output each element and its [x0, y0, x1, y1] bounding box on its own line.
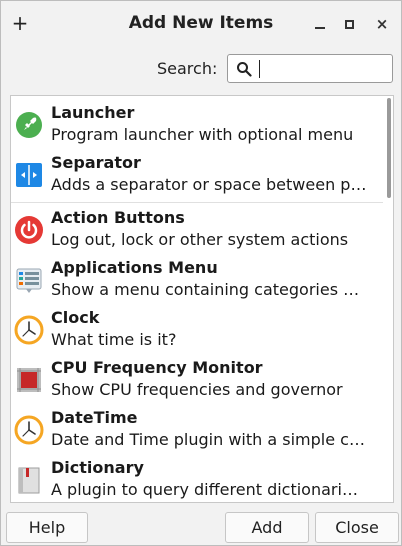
item-description: Program launcher with optional menu: [51, 125, 354, 144]
close-button[interactable]: Close: [315, 512, 399, 543]
item-name: Separator: [51, 153, 141, 172]
rocket-icon: [16, 112, 42, 138]
search-box[interactable]: [227, 54, 393, 83]
list-item[interactable]: DateTime Date and Time plugin with a sim…: [11, 403, 383, 453]
item-description: Adds a separator or space between p…: [51, 175, 367, 194]
item-name: Dictionary: [51, 458, 144, 477]
maximize-icon: [344, 19, 354, 29]
item-description: Show a menu containing categories …: [51, 280, 360, 299]
book-icon: [18, 467, 40, 494]
clock-icon: [14, 315, 44, 345]
minimize-icon: [315, 27, 325, 29]
list-item[interactable]: Launcher Program launcher with optional …: [11, 98, 383, 148]
item-name: CPU Frequency Monitor: [51, 358, 263, 377]
item-description: Show CPU frequencies and governor: [51, 380, 343, 399]
add-new-items-dialog: + Add New Items × Search: Launcher Progr…: [0, 0, 402, 546]
separator-icon: [16, 163, 42, 187]
close-icon: ×: [375, 15, 389, 33]
power-icon: [15, 216, 43, 244]
list-item[interactable]: Action Buttons Log out, lock or other sy…: [11, 203, 383, 253]
search-label: Search:: [157, 59, 218, 78]
menu-icon: [16, 268, 42, 293]
text-caret: [259, 60, 260, 78]
search-icon: [237, 62, 252, 77]
minimize-button[interactable]: [308, 12, 332, 36]
item-name: Clock: [51, 308, 100, 327]
item-name: Launcher: [51, 103, 135, 122]
title-bar: + Add New Items ×: [1, 1, 401, 47]
items-list[interactable]: Launcher Program launcher with optional …: [10, 95, 394, 503]
item-description: Log out, lock or other system actions: [51, 230, 349, 249]
list-item[interactable]: Dictionary A plugin to query different d…: [11, 453, 383, 502]
close-window-button[interactable]: ×: [370, 12, 394, 36]
item-name: Applications Menu: [51, 258, 218, 277]
help-button[interactable]: Help: [6, 512, 88, 543]
item-description: What time is it?: [51, 330, 177, 349]
add-button[interactable]: Add: [225, 512, 309, 543]
search-input[interactable]: [256, 58, 388, 79]
list-scrollbar[interactable]: [387, 98, 391, 198]
list-item[interactable]: Separator Adds a separator or space betw…: [11, 148, 383, 198]
list-item[interactable]: CPU Frequency Monitor Show CPU frequenci…: [11, 353, 383, 403]
item-name: Action Buttons: [51, 208, 185, 227]
cpu-icon: [17, 368, 41, 392]
maximize-button[interactable]: [337, 12, 361, 36]
list-item[interactable]: Applications Menu Show a menu containing…: [11, 253, 383, 303]
clock-icon: [14, 415, 44, 445]
item-description: Date and Time plugin with a simple c…: [51, 430, 365, 449]
item-name: DateTime: [51, 408, 138, 427]
item-description: A plugin to query different dictionari…: [51, 480, 358, 499]
list-item[interactable]: Clock What time is it?: [11, 303, 383, 353]
